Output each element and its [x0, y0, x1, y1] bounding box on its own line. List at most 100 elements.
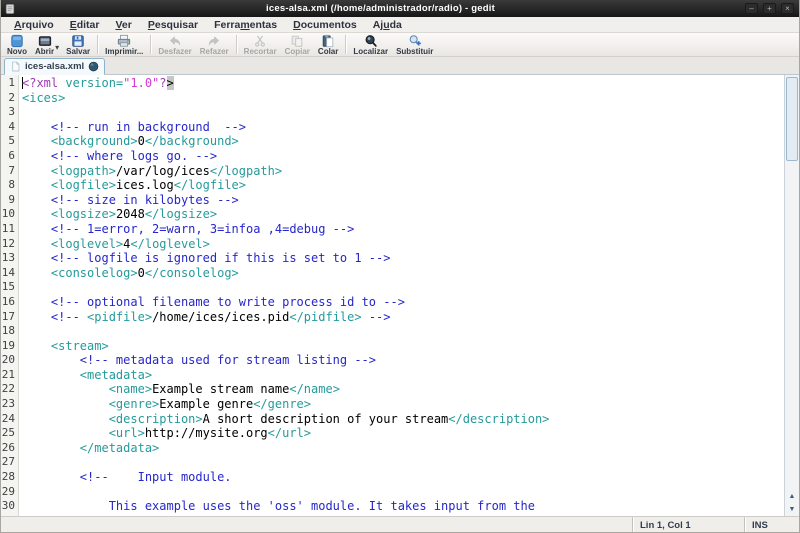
line-number: 14	[1, 266, 19, 281]
line-number: 8	[1, 178, 19, 193]
statusbar-spacer	[1, 517, 632, 533]
scrollbar-thumb[interactable]	[786, 77, 798, 161]
code-text: <stream>	[19, 339, 109, 354]
open-folder-icon	[38, 34, 52, 48]
line-number: 13	[1, 251, 19, 266]
code-text: <loglevel>4</loglevel>	[19, 237, 210, 252]
code-line: 19 <stream>	[1, 339, 784, 354]
toolbar-button-refazer[interactable]: Refazer	[196, 33, 233, 56]
close-button[interactable]: ×	[781, 3, 794, 14]
menu-item-pesquisar[interactable]: Pesquisar	[140, 19, 206, 31]
toolbar-separator	[345, 35, 346, 54]
window-title: ices-alsa.xml (/home/administrador/radio…	[16, 3, 745, 14]
minimize-button[interactable]: –	[745, 3, 758, 14]
line-number: 20	[1, 353, 19, 368]
code-text: <description>A short description of your…	[19, 412, 549, 427]
code-text: </metadata>	[19, 441, 159, 456]
code-line: 29	[1, 485, 784, 500]
code-line: 18	[1, 324, 784, 339]
titlebar[interactable]: ices-alsa.xml (/home/administrador/radio…	[1, 0, 799, 17]
code-line: 24 <description>A short description of y…	[1, 412, 784, 427]
menu-item-editar[interactable]: Editar	[62, 19, 108, 31]
code-line: 10 <logsize>2048</logsize>	[1, 207, 784, 222]
replace-icon	[408, 34, 422, 48]
toolbar-button-label: Salvar	[66, 47, 90, 56]
code-text: <!-- optional filename to write process …	[19, 295, 405, 310]
toolbar-button-copiar[interactable]: Copiar	[281, 33, 314, 56]
toolbar-button-imprimir[interactable]: Imprimir...	[101, 33, 147, 56]
code-line: 16 <!-- optional filename to write proce…	[1, 295, 784, 310]
code-line: 3	[1, 105, 784, 120]
line-number: 22	[1, 382, 19, 397]
code-text: <!-- 1=error, 2=warn, 3=infoa ,4=debug -…	[19, 222, 354, 237]
print-icon	[117, 34, 131, 48]
toolbar-button-label: Recortar	[244, 47, 277, 56]
toolbar-button-novo[interactable]: Novo	[3, 33, 31, 56]
line-number: 7	[1, 164, 19, 179]
save-icon	[71, 34, 85, 48]
code-text: <!-- Input module.	[19, 470, 232, 485]
line-number: 27	[1, 455, 19, 470]
toolbar-separator	[150, 35, 151, 54]
line-number: 6	[1, 149, 19, 164]
toolbar-button-label: Localizar	[353, 47, 388, 56]
toolbar-button-recortar[interactable]: Recortar	[240, 33, 281, 56]
code-text: <genre>Example genre</genre>	[19, 397, 311, 412]
toolbar-button-colar[interactable]: Colar	[314, 33, 342, 56]
menu-item-ver[interactable]: Ver	[107, 19, 139, 31]
scroll-up-button[interactable]: ▲	[785, 490, 799, 503]
toolbar-separator	[236, 35, 237, 54]
code-text: <!-- size in kilobytes -->	[19, 193, 239, 208]
line-number: 28	[1, 470, 19, 485]
line-number: 12	[1, 237, 19, 252]
scroll-down-button[interactable]: ▼	[785, 503, 799, 516]
code-line: 13 <!-- logfile is ignored if this is se…	[1, 251, 784, 266]
code-line: 25 <url>http://mysite.org</url>	[1, 426, 784, 441]
code-line: 30 This example uses the 'oss' module. I…	[1, 499, 784, 514]
insert-mode-indicator: INS	[744, 517, 799, 533]
code-text: <!-- metadata used for stream listing --…	[19, 353, 376, 368]
line-number: 17	[1, 310, 19, 325]
code-text: <?xml version="1.0"?>	[19, 76, 174, 91]
menu-item-arquivo[interactable]: Arquivo	[6, 19, 62, 31]
line-number: 11	[1, 222, 19, 237]
code-view[interactable]: 1<?xml version="1.0"?>2<ices>34 <!-- run…	[1, 75, 784, 516]
line-number: 3	[1, 105, 19, 120]
gedit-window: ices-alsa.xml (/home/administrador/radio…	[0, 0, 800, 533]
menu-item-documentos[interactable]: Documentos	[285, 19, 365, 31]
code-line: 4 <!-- run in background -->	[1, 120, 784, 135]
line-number: 5	[1, 134, 19, 149]
new-document-icon	[10, 34, 24, 48]
vertical-scrollbar[interactable]: ▲ ▼	[784, 75, 799, 516]
line-number: 23	[1, 397, 19, 412]
gedit-app-icon	[4, 3, 16, 15]
code-text	[19, 324, 22, 339]
tab-bar: ices-alsa.xml	[1, 57, 799, 75]
menu-item-ferramentas[interactable]: Ferramentas	[206, 19, 285, 31]
code-line: 6 <!-- where logs go. -->	[1, 149, 784, 164]
toolbar-button-label: Substituir	[396, 47, 433, 56]
toolbar-button-substituir[interactable]: Substituir	[392, 33, 437, 56]
open-recent-dropdown-icon[interactable]: ▾	[55, 43, 59, 52]
toolbar-button-abrir[interactable]: Abrir	[31, 33, 58, 56]
code-line: 27	[1, 455, 784, 470]
editor-area[interactable]: 1<?xml version="1.0"?>2<ices>34 <!-- run…	[1, 75, 799, 516]
toolbar-button-desfazer[interactable]: Desfazer	[154, 33, 195, 56]
code-line: 7 <logpath>/var/log/ices</logpath>	[1, 164, 784, 179]
toolbar-button-localizar[interactable]: Localizar	[349, 33, 392, 56]
maximize-button[interactable]: +	[763, 3, 776, 14]
redo-icon	[207, 34, 221, 48]
code-text: <logsize>2048</logsize>	[19, 207, 217, 222]
code-line: 2<ices>	[1, 91, 784, 106]
menu-item-ajuda[interactable]: Ajuda	[365, 19, 410, 31]
tab-ices-alsa-xml[interactable]: ices-alsa.xml	[4, 58, 105, 75]
toolbar-button-salvar[interactable]: Salvar	[62, 33, 94, 56]
code-line: 15	[1, 280, 784, 295]
menu-bar: ArquivoEditarVerPesquisarFerramentasDocu…	[1, 17, 799, 33]
toolbar-button-label: Refazer	[200, 47, 229, 56]
code-text: <background>0</background>	[19, 134, 239, 149]
code-text: <!-- where logs go. -->	[19, 149, 217, 164]
toolbar-button-label: Novo	[7, 47, 27, 56]
tab-close-button[interactable]	[88, 61, 99, 72]
line-number: 21	[1, 368, 19, 383]
